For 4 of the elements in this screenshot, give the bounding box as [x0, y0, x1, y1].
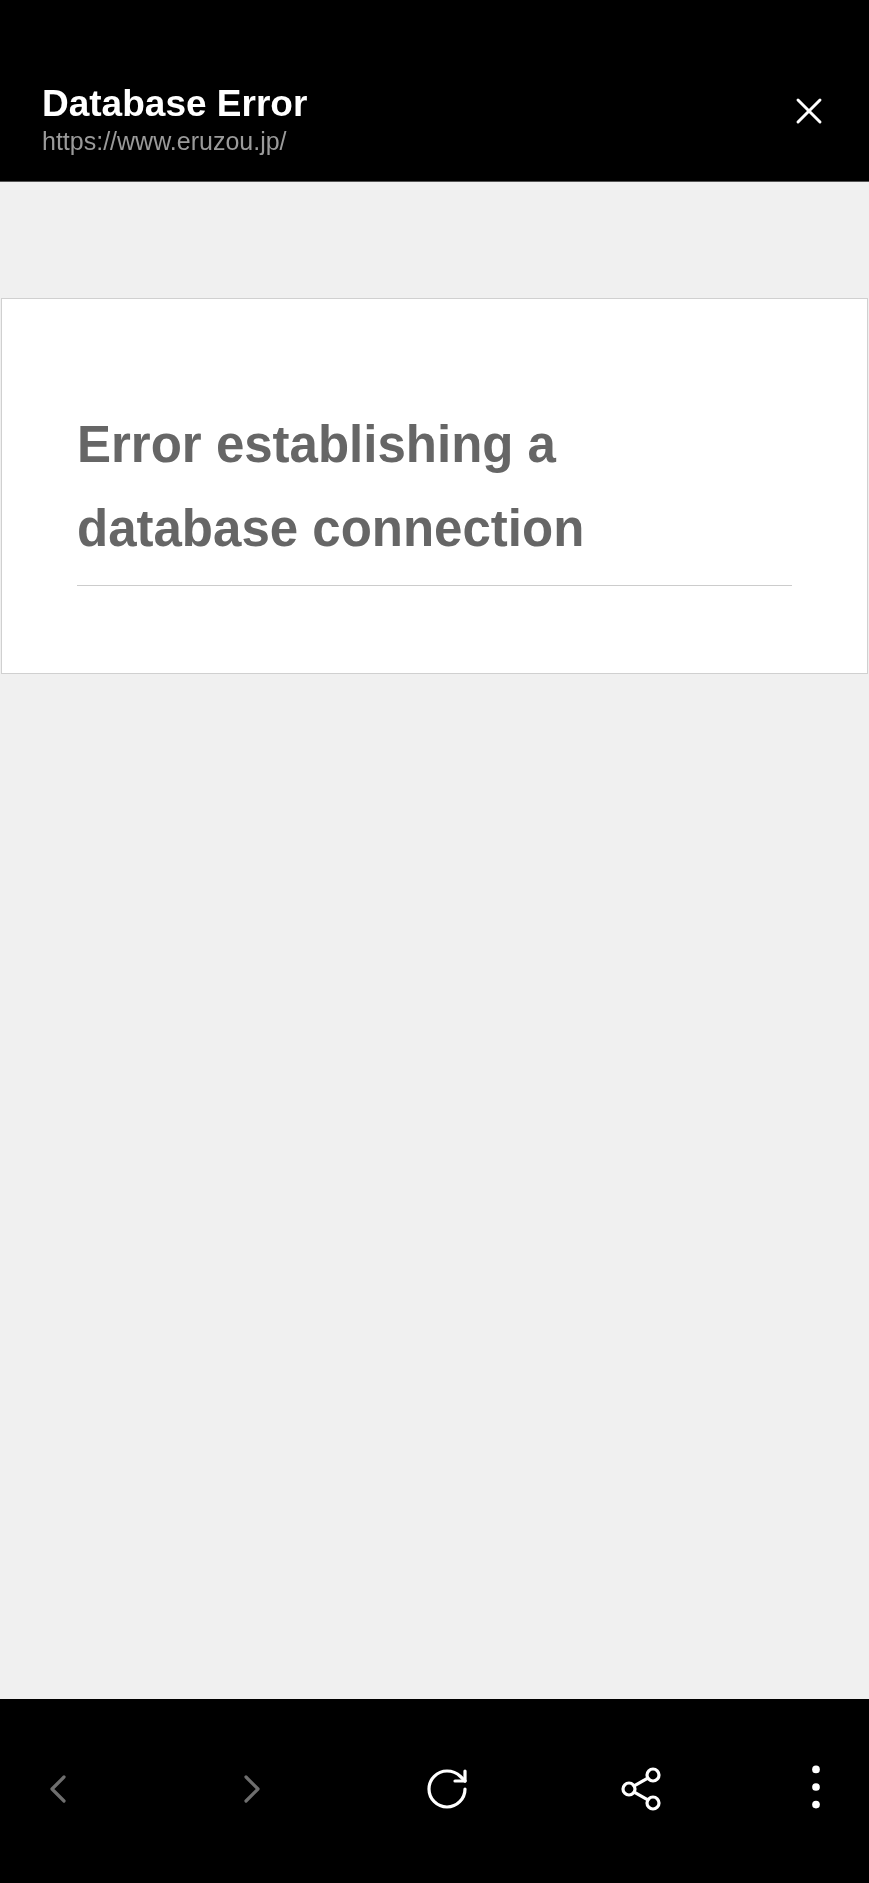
- page-url: https://www.eruzou.jp/: [42, 126, 288, 157]
- page-title: Database Error: [42, 83, 308, 125]
- error-heading: Error establishing a database connection: [77, 415, 586, 559]
- more-icon: [811, 1765, 821, 1809]
